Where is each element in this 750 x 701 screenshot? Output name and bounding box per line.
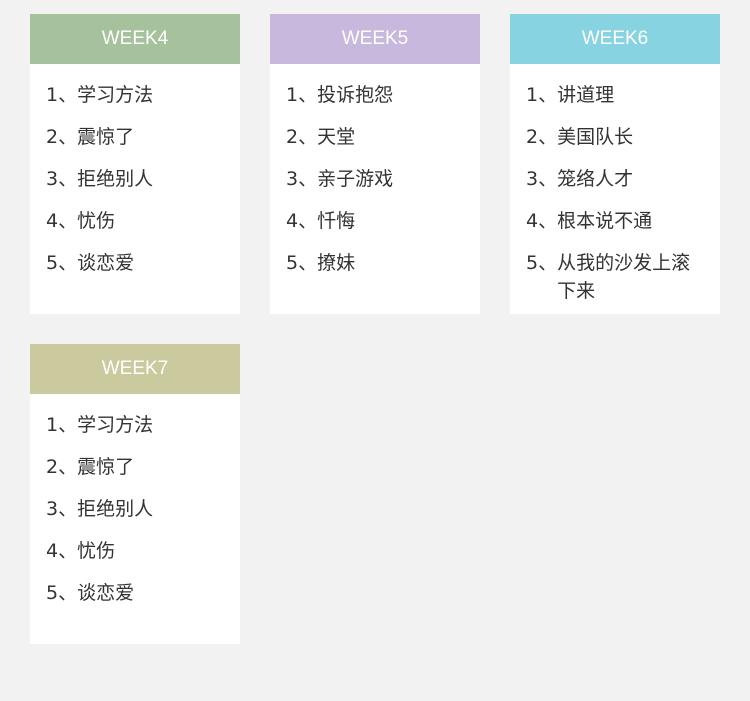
- list-item: 4、 忏悔: [286, 207, 466, 235]
- item-number: 3、: [46, 168, 78, 190]
- item-number: 1、: [286, 84, 318, 106]
- list-item: 5、 撩妹: [286, 249, 466, 277]
- item-number: 3、: [46, 498, 78, 520]
- item-number: 4、: [46, 210, 78, 232]
- week5-card: WEEK5 1、 投诉抱怨 2、 天堂 3、 亲子游戏 4、 忏悔 5、 撩妹: [270, 14, 480, 314]
- list-item: 1、 投诉抱怨: [286, 81, 466, 109]
- list-item: 4、 忧伤: [46, 207, 226, 235]
- card-header: WEEK7: [30, 344, 240, 394]
- card-header: WEEK4: [30, 14, 240, 64]
- topic-list: 1、 学习方法 2、 震惊了 3、 拒绝别人 4、 忧伤 5、 谈恋爱: [30, 64, 240, 277]
- week7-card: WEEK7 1、 学习方法 2、 震惊了 3、 拒绝别人 4、 忧伤 5、 谈恋爱: [30, 344, 240, 644]
- item-number: 2、: [286, 126, 318, 148]
- list-item: 2、 震惊了: [46, 123, 226, 151]
- item-text: 震惊了: [77, 456, 135, 478]
- item-number: 5、: [46, 582, 78, 604]
- list-item: 5、 谈恋爱: [46, 249, 226, 277]
- item-number: 3、: [526, 168, 558, 190]
- item-text: 美国队长: [557, 126, 634, 148]
- list-item: 4、 忧伤: [46, 537, 226, 565]
- item-text: 忏悔: [317, 210, 356, 232]
- list-item: 5、 谈恋爱: [46, 579, 226, 607]
- item-text: 讲道理: [557, 84, 615, 106]
- topic-list: 1、 讲道理 2、 美国队长 3、 笼络人才 4、 根本说不通 5、 从我的沙发上滚下来: [510, 64, 720, 305]
- list-item: 3、 笼络人才: [526, 165, 706, 193]
- item-text: 学习方法: [77, 414, 154, 436]
- item-text: 笼络人才: [557, 168, 634, 190]
- list-item: 3、 拒绝别人: [46, 495, 226, 523]
- item-text: 忧伤: [77, 540, 116, 562]
- item-number: 2、: [46, 126, 78, 148]
- week4-card: WEEK4 1、 学习方法 2、 震惊了 3、 拒绝别人 4、 忧伤 5、 谈恋爱: [30, 14, 240, 314]
- item-number: 2、: [526, 126, 558, 148]
- item-number: 2、: [46, 456, 78, 478]
- item-number: 4、: [286, 210, 318, 232]
- list-item: 2、 美国队长: [526, 123, 706, 151]
- card-header: WEEK5: [270, 14, 480, 64]
- item-number: 1、: [526, 84, 558, 106]
- item-number: 4、: [526, 210, 558, 232]
- item-number: 5、: [46, 252, 78, 274]
- item-text: 根本说不通: [557, 210, 653, 232]
- item-text: 学习方法: [77, 84, 154, 106]
- item-number: 5、: [286, 252, 318, 274]
- week6-card: WEEK6 1、 讲道理 2、 美国队长 3、 笼络人才 4、 根本说不通 5、 从我的沙…: [510, 14, 720, 314]
- item-number: 4、: [46, 540, 78, 562]
- item-text: 从我的沙发上滚下来: [557, 252, 691, 302]
- item-text: 天堂: [317, 126, 356, 148]
- topic-list: 1、 学习方法 2、 震惊了 3、 拒绝别人 4、 忧伤 5、 谈恋爱: [30, 394, 240, 607]
- item-text: 忧伤: [77, 210, 116, 232]
- item-text: 拒绝别人: [77, 168, 154, 190]
- list-item: 1、 讲道理: [526, 81, 706, 109]
- item-number: 3、: [286, 168, 318, 190]
- list-item: 4、 根本说不通: [526, 207, 706, 235]
- item-text: 撩妹: [317, 252, 356, 274]
- item-text: 震惊了: [77, 126, 135, 148]
- list-item: 3、 拒绝别人: [46, 165, 226, 193]
- item-text: 拒绝别人: [77, 498, 154, 520]
- list-item: 5、 从我的沙发上滚下来: [526, 249, 706, 305]
- item-text: 谈恋爱: [77, 252, 135, 274]
- item-text: 亲子游戏: [317, 168, 394, 190]
- list-item: 3、 亲子游戏: [286, 165, 466, 193]
- item-text: 谈恋爱: [77, 582, 135, 604]
- item-number: 1、: [46, 84, 78, 106]
- item-text: 投诉抱怨: [317, 84, 394, 106]
- list-item: 2、 天堂: [286, 123, 466, 151]
- card-header: WEEK6: [510, 14, 720, 64]
- list-item: 2、 震惊了: [46, 453, 226, 481]
- topic-list: 1、 投诉抱怨 2、 天堂 3、 亲子游戏 4、 忏悔 5、 撩妹: [270, 64, 480, 277]
- item-number: 1、: [46, 414, 78, 436]
- list-item: 1、 学习方法: [46, 81, 226, 109]
- list-item: 1、 学习方法: [46, 411, 226, 439]
- item-number: 5、: [526, 252, 558, 274]
